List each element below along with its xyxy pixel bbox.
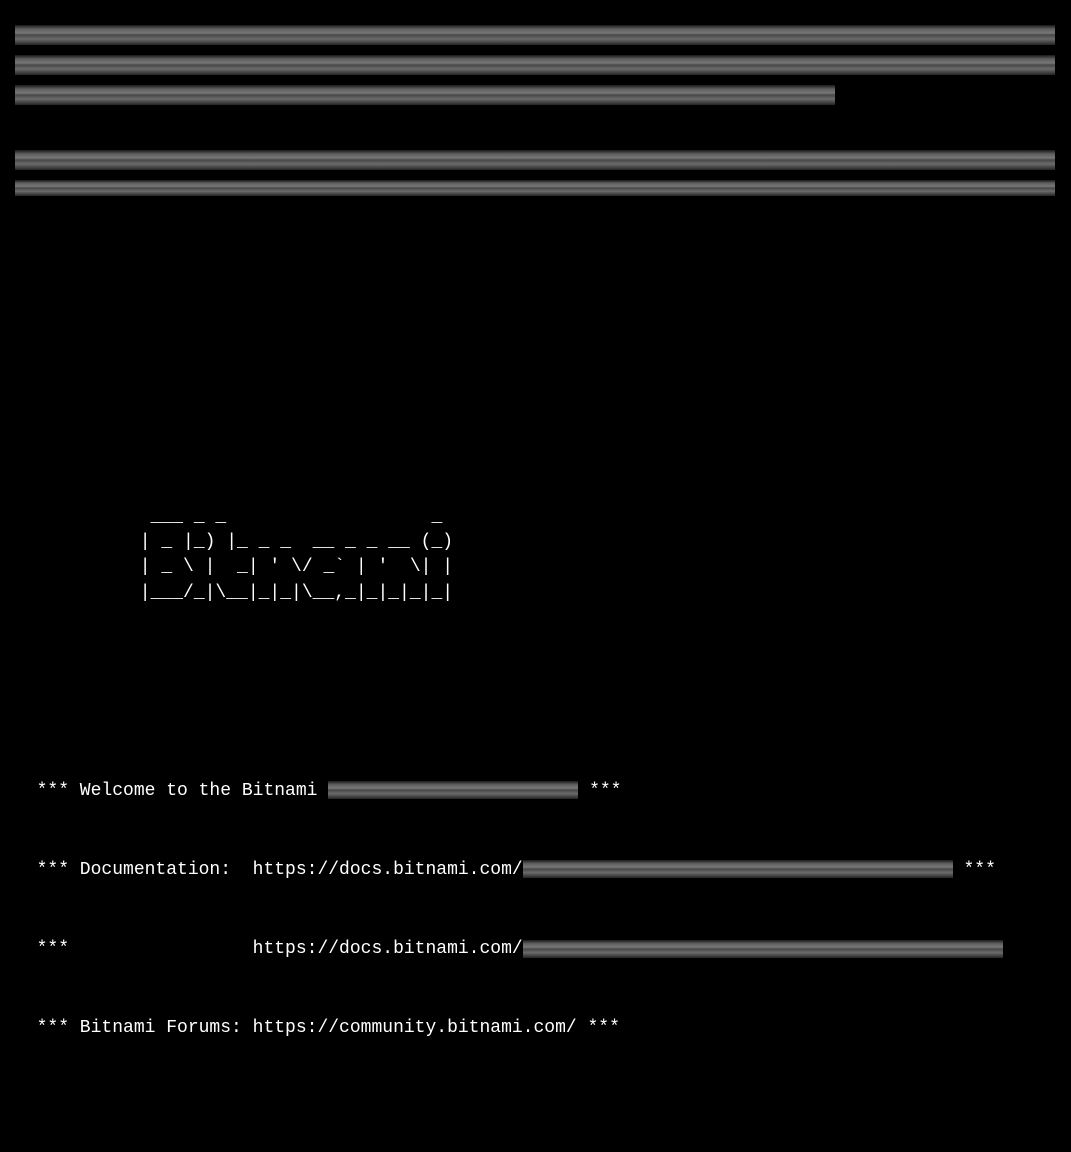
forums-url: https://community.bitnami.com/ bbox=[253, 1018, 577, 1038]
documentation-line-2: *** https://docs.bitnami.com/ bbox=[15, 935, 1071, 964]
doc-suffix: *** bbox=[953, 860, 996, 880]
doc-url: https://docs.bitnami.com/ bbox=[253, 860, 523, 880]
bitnami-ascii-logo: ___ _ _ _ | _ |_) |_ _ _ __ _ _ __ (_) |… bbox=[0, 505, 1071, 606]
motd-block: *** Welcome to the Bitnami *** *** Docum… bbox=[0, 727, 1071, 1094]
documentation-line: *** Documentation: https://docs.bitnami.… bbox=[15, 856, 1071, 885]
redacted-text bbox=[523, 860, 953, 878]
redacted-line bbox=[15, 180, 1055, 196]
terminal-output[interactable]: ___ _ _ _ | _ |_) |_ _ _ __ _ _ __ (_) |… bbox=[0, 0, 1071, 1152]
ascii-line-3: | _ \ | _| ' \/ _` | ' \| | bbox=[75, 557, 453, 577]
redacted-line bbox=[15, 55, 1055, 75]
welcome-prefix: *** Welcome to the Bitnami bbox=[15, 781, 328, 801]
forums-suffix: *** bbox=[577, 1018, 620, 1038]
forums-line: *** Bitnami Forums: https://community.bi… bbox=[15, 1014, 1071, 1043]
welcome-line: *** Welcome to the Bitnami *** bbox=[15, 777, 1071, 806]
doc2-url: https://docs.bitnami.com/ bbox=[253, 939, 523, 959]
redacted-text bbox=[523, 940, 1003, 958]
ascii-line-4: |___/_|\__|_|_|\__,_|_|_|_|_| bbox=[75, 583, 453, 603]
redacted-text bbox=[328, 781, 578, 799]
redacted-line bbox=[15, 150, 1055, 170]
redacted-line bbox=[15, 25, 1055, 45]
forums-label: *** Bitnami Forums: bbox=[15, 1018, 253, 1038]
ascii-line-2: | _ |_) |_ _ _ __ _ _ __ (_) bbox=[75, 532, 453, 552]
doc-label: *** Documentation: bbox=[15, 860, 253, 880]
doc2-prefix: *** bbox=[15, 939, 253, 959]
redacted-line bbox=[15, 85, 835, 105]
welcome-suffix: *** bbox=[578, 781, 621, 801]
ascii-line-1: ___ _ _ _ bbox=[75, 507, 442, 527]
